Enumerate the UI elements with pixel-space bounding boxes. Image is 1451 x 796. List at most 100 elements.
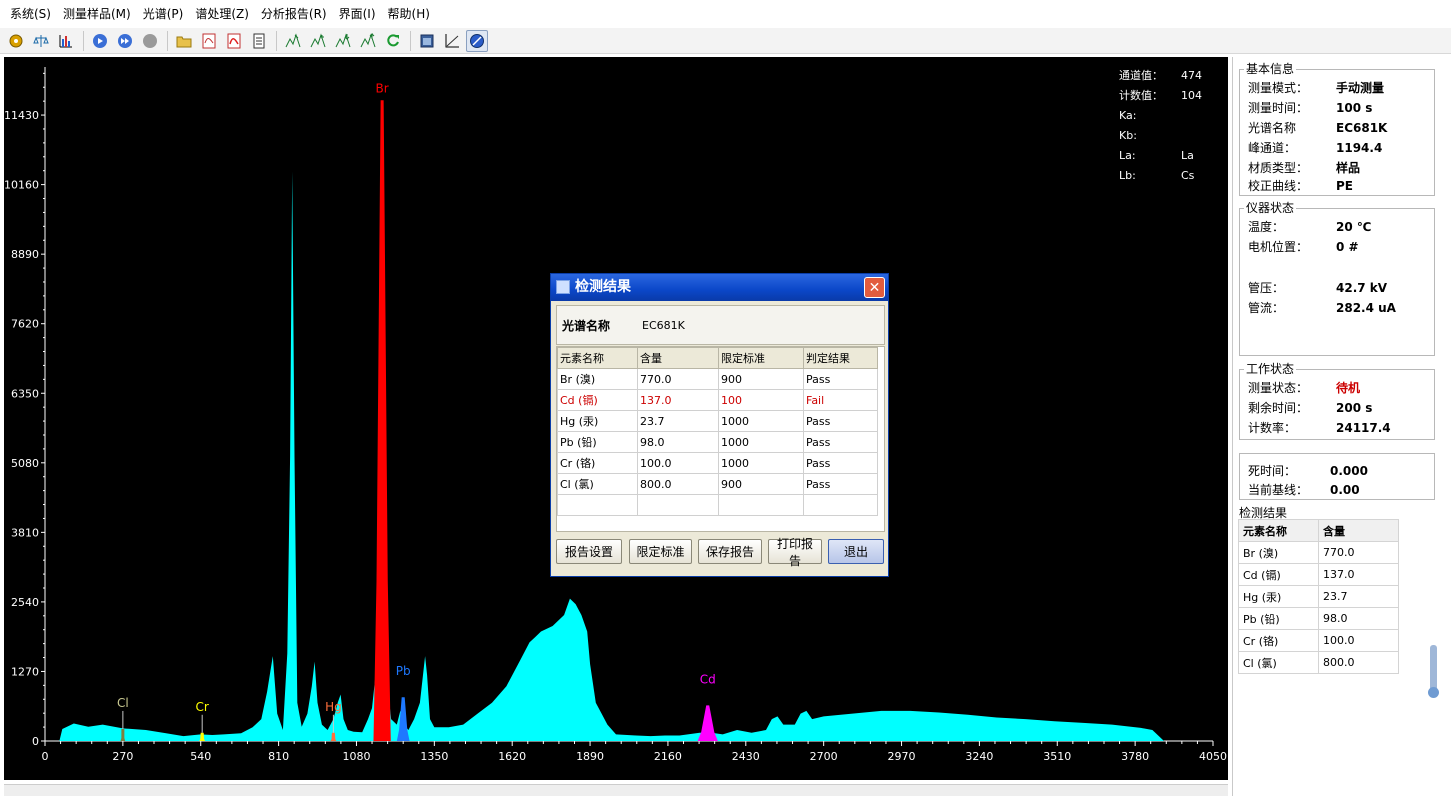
x-tick-label: 2970 (888, 750, 916, 763)
y-tick-label: 1270 (11, 665, 39, 678)
menu-spectrum[interactable]: 光谱(P) (137, 0, 190, 28)
measure-time-row: 测量时间： 100 s (1248, 98, 1372, 118)
tool-bar-chart-icon[interactable] (55, 30, 77, 52)
tool-peak-3-icon[interactable] (332, 30, 354, 52)
tool-compass-icon[interactable] (466, 29, 488, 52)
tube-current-label: 管流： (1248, 301, 1285, 315)
tube-voltage-value: 42.7 kV (1336, 281, 1388, 295)
content-cell: 800.0 (1318, 651, 1399, 674)
dialog-col-element[interactable]: 元素名称 (557, 347, 638, 369)
dialog-window-icon (556, 280, 570, 294)
motor-position-value: 0 # (1336, 240, 1359, 254)
element-cell: Cl (氯) (557, 473, 638, 495)
menu-interface[interactable]: 界面(I) (333, 0, 382, 28)
channel-value: 474 (1181, 69, 1202, 82)
x-tick-label: 0 (42, 750, 49, 763)
dialog-result-grid: 元素名称 含量 限定标准 判定结果 Br (溴) 770.0 900 Pass Cd … (556, 346, 885, 532)
menu-spectrum-processing[interactable]: 谱处理(Z) (189, 0, 255, 28)
tool-play-icon[interactable] (89, 30, 111, 52)
basic-info-title: 基本信息 (1244, 62, 1297, 76)
content-cell: 137.0 (637, 389, 719, 411)
content-cell: 770.0 (1318, 541, 1399, 564)
table-row[interactable]: Cr (铬) 100.0 1000 Pass (557, 452, 878, 474)
la-value: La (1181, 149, 1194, 162)
dead-time-group: 死时间： 0.000 当前基线： 0.00 (1239, 453, 1435, 500)
limit-cell: 100 (718, 389, 804, 411)
peak-label: Br (376, 81, 389, 95)
table-row[interactable]: Br (溴) 770.0 (1238, 541, 1399, 564)
tool-pdf-red-icon[interactable] (223, 30, 245, 52)
element-cell: Pb (铅) (1238, 607, 1319, 630)
x-tick-label: 540 (190, 750, 211, 763)
menu-analysis-report[interactable]: 分析报告(R) (255, 0, 333, 28)
dialog-close-icon[interactable]: ✕ (864, 277, 885, 298)
tool-peak-1-icon[interactable] (282, 30, 304, 52)
tool-peak-2-icon[interactable] (307, 30, 329, 52)
tool-axes-icon[interactable] (441, 30, 463, 52)
lb-value: Cs (1181, 169, 1195, 182)
instrument-status-group: 仪器状态 温度： 20 ℃ 电机位置： 0 # 管压： 42.7 kV 管流： 282.… (1239, 201, 1435, 356)
horizontal-scrollbar[interactable] (4, 784, 1228, 796)
tool-document-icon[interactable] (248, 30, 270, 52)
tool-balance-icon[interactable] (30, 30, 52, 52)
dialog-col-verdict[interactable]: 判定结果 (803, 347, 878, 369)
table-row[interactable]: Br (溴) 770.0 900 Pass (557, 368, 878, 390)
toolbar-separator (83, 30, 84, 51)
cursor-readout: 通道值： 474 计数值： 104 Ka: Kb: La: La Lb: Cs (1119, 66, 1202, 186)
tool-peak-4-icon[interactable] (357, 30, 379, 52)
detect-result-table: 元素名称 含量 Br (溴) 770.0 Cd (镉) 137.0 Hg (汞) 23… (1238, 519, 1399, 674)
element-cell: Br (溴) (1238, 541, 1319, 564)
lb-label: Lb: (1119, 169, 1136, 182)
content-cell: 98.0 (637, 431, 719, 453)
detect-col-element: 元素名称 (1238, 519, 1319, 542)
y-tick-label: 6350 (11, 387, 39, 400)
detect-col-content: 含量 (1318, 519, 1399, 542)
temperature-row: 温度： 20 ℃ (1248, 217, 1371, 237)
table-row[interactable]: Cl (氯) 800.0 900 Pass (557, 473, 878, 495)
table-row[interactable]: Cl (氯) 800.0 (1238, 651, 1399, 674)
verdict-cell: Pass (803, 452, 878, 474)
table-row[interactable]: Cd (镉) 137.0 (1238, 563, 1399, 586)
table-row[interactable]: Cd (镉) 137.0 100 Fail (557, 389, 878, 411)
la-label: La: (1119, 149, 1136, 162)
tool-open-folder-icon[interactable] (173, 30, 195, 52)
table-row[interactable]: Pb (铅) 98.0 1000 Pass (557, 431, 878, 453)
instrument-status-title: 仪器状态 (1244, 201, 1297, 215)
measure-time-label: 测量时间： (1248, 101, 1309, 115)
limit-cell: 900 (718, 473, 804, 495)
report-settings-button[interactable]: 报告设置 (556, 539, 622, 564)
tool-gear-icon[interactable] (5, 30, 27, 52)
tool-stop-icon[interactable] (139, 30, 161, 52)
limit-standard-button[interactable]: 限定标准 (629, 539, 692, 564)
table-row[interactable]: Pb (铅) 98.0 (1238, 607, 1399, 630)
dialog-col-limit[interactable]: 限定标准 (718, 347, 804, 369)
exit-button[interactable]: 退出 (828, 539, 884, 564)
menu-measure-sample[interactable]: 测量样品(M) (57, 0, 137, 28)
limit-cell: 1000 (718, 452, 804, 474)
tool-refresh-icon[interactable] (382, 30, 404, 52)
print-report-button[interactable]: 打印报告 (768, 537, 822, 568)
tube-current-row: 管流： 282.4 uA (1248, 298, 1396, 318)
menu-help[interactable]: 帮助(H) (382, 0, 436, 28)
menu-system[interactable]: 系统(S) (4, 0, 57, 28)
tool-forward-icon[interactable] (114, 30, 136, 52)
content-cell: 800.0 (637, 473, 719, 495)
material-type-value: 样品 (1336, 161, 1361, 175)
tool-pdf-icon[interactable] (198, 30, 220, 52)
element-cell: Hg (汞) (557, 410, 638, 432)
toolbar (0, 28, 1451, 54)
tool-window-icon[interactable] (416, 30, 438, 52)
save-report-button[interactable]: 保存报告 (698, 539, 762, 564)
measure-time-value: 100 s (1336, 101, 1373, 115)
dialog-title: 检测结果 (575, 279, 631, 295)
x-tick-label: 4050 (1199, 750, 1227, 763)
side-panel: 基本信息 测量模式： 手动测量 测量时间： 100 s 光谱名称 EC681K 峰通道… (1232, 57, 1451, 796)
dialog-title-bar[interactable]: 检测结果 ✕ (551, 274, 888, 301)
side-scrollbar-knob[interactable] (1428, 687, 1439, 698)
table-row[interactable]: Hg (汞) 23.7 1000 Pass (557, 410, 878, 432)
table-row[interactable]: Cr (铬) 100.0 (1238, 629, 1399, 652)
measure-state-row: 测量状态： 待机 (1248, 378, 1360, 398)
dialog-col-content[interactable]: 含量 (637, 347, 719, 369)
table-row[interactable]: Hg (汞) 23.7 (1238, 585, 1399, 608)
baseline-row: 当前基线： 0.00 (1248, 480, 1360, 500)
